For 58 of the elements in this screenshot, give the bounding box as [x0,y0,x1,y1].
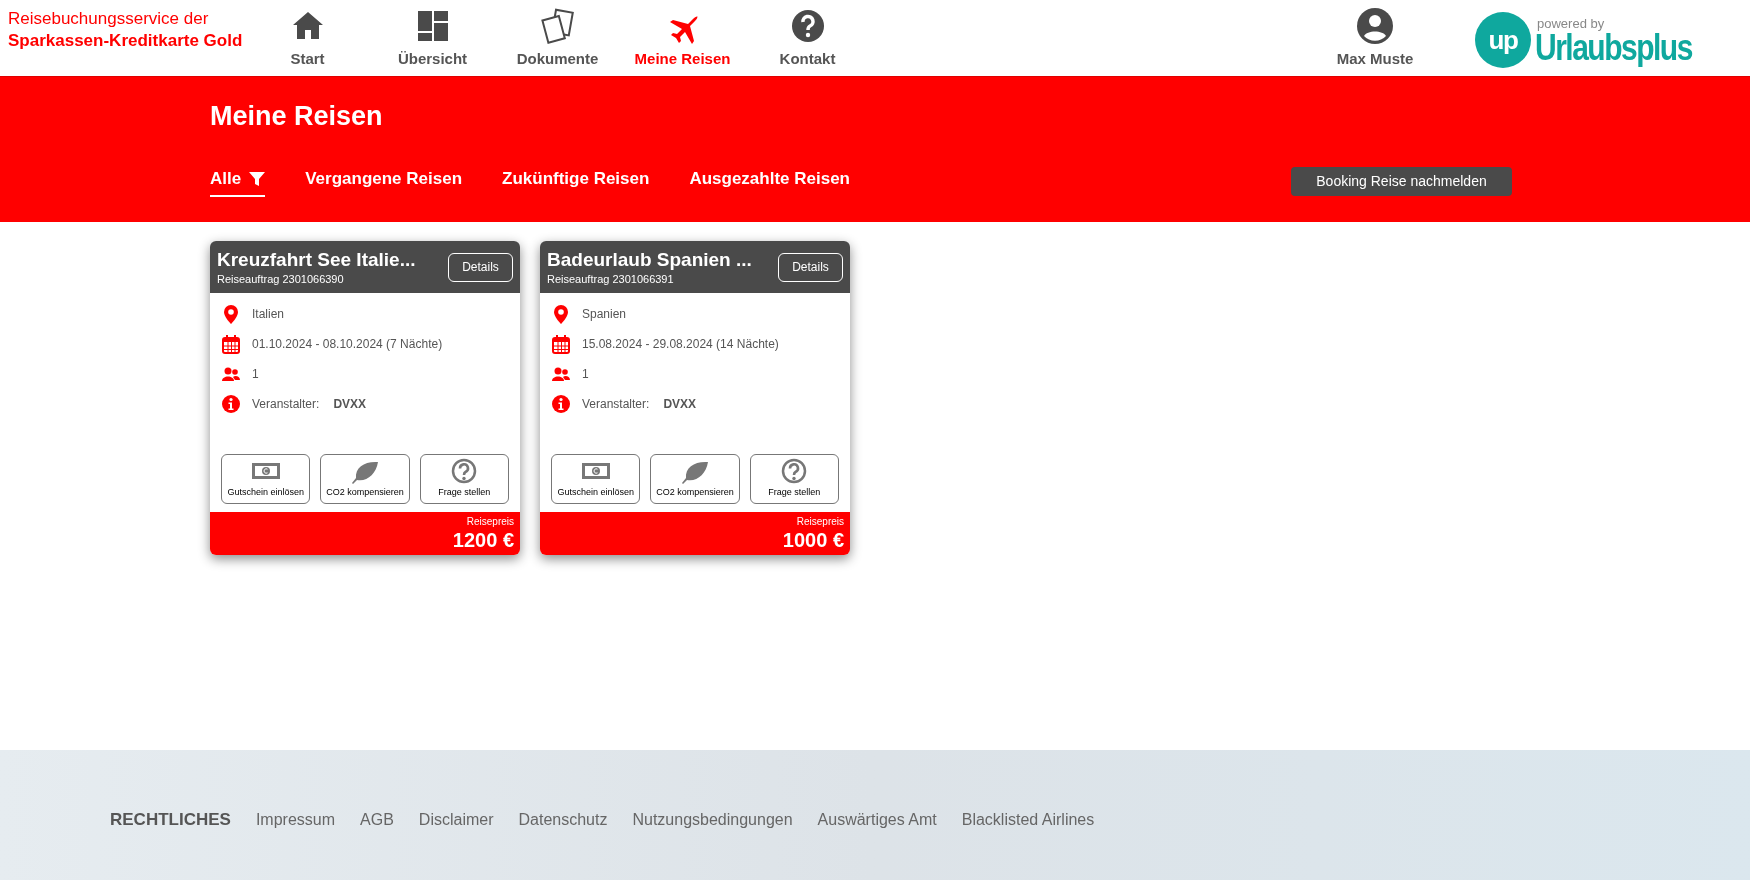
footer-heading: RECHTLICHES [110,809,231,832]
price-label: Reisepreis [796,515,844,528]
info-icon [221,394,241,414]
calendar-icon [551,334,571,354]
trip-detail: 15.08.2024 - 29.08.2024 (14 Nächte) [582,336,779,353]
trip-detail: 1 [252,366,259,383]
order-number: Reiseauftrag 2301066391 [547,272,675,286]
trip-title: Kreuzfahrt See Italie... [217,248,417,272]
trip-detail: Italien [252,306,285,323]
action-button[interactable]: CO2 kompensieren [650,454,740,504]
footer-link[interactable]: Auswärtiges Amt [817,808,937,832]
footer-link[interactable]: Nutzungsbedingungen [632,808,793,832]
trip-detail: 1 [582,366,589,383]
footer-link[interactable]: Disclaimer [418,808,494,832]
nav-link[interactable]: Start [245,0,370,76]
action-button[interactable]: CO2 kompensieren [320,454,410,504]
footer-link[interactable]: Datenschutz [518,808,608,832]
order-number: Reiseauftrag 2301066390 [217,272,345,286]
filter-tab[interactable]: Vergangene Reisen [305,166,463,197]
action-button[interactable]: Gutschein einlösen [551,454,641,504]
action-button[interactable]: Frage stellen [749,454,839,504]
organizer-name: DVXX [663,396,697,413]
trip-price: 1200 € [452,527,514,552]
trip-detail: Spanien [582,306,627,323]
location-pin-icon [221,304,241,324]
nav-link[interactable]: Kontakt [745,0,870,76]
details-button[interactable]: Details [778,252,843,282]
nav-link[interactable]: Meine Reisen [620,0,745,76]
info-icon [551,394,571,414]
brand-text: Reisebuchungsservice der [8,8,210,30]
nav-link[interactable]: Übersicht [370,0,495,76]
user-menu[interactable]: Max Muste [1315,0,1435,76]
filter-tab[interactable]: Ausgezahlte Reisen [689,166,850,197]
footer-link[interactable]: Blacklisted Airlines [961,808,1095,832]
action-button[interactable]: Frage stellen [419,454,509,504]
page-title: Meine Reisen [210,100,383,133]
documents-icon [539,8,576,44]
filter-tab[interactable]: Alle [210,166,266,197]
trip-title: Badeurlaub Spanien ... [547,248,753,272]
brand-text: Sparkassen-Kreditkarte Gold [8,30,244,52]
calendar-icon [221,334,241,354]
nav-link[interactable]: Dokumente [495,0,620,76]
action-button[interactable]: Gutschein einlösen [221,454,311,504]
details-button[interactable]: Details [448,252,513,282]
price-label: Reisepreis [466,515,514,528]
trip-price: 1000 € [782,527,844,552]
urlaubsplus-logo: up powered by Urlaubsplus [1475,0,1725,76]
footer-link[interactable]: AGB [360,808,394,832]
trip-detail: 01.10.2024 - 08.10.2024 (7 Nächte) [252,336,443,353]
filter-tab[interactable]: Zukünftige Reisen [502,166,650,197]
report-booking-button[interactable]: Booking Reise nachmelden [1291,166,1512,196]
organizer-label: Veranstalter: [252,396,320,413]
user-icon [1357,8,1393,44]
organizer-name: DVXX [333,396,367,413]
location-pin-icon [551,304,571,324]
organizer-label: Veranstalter: [582,396,650,413]
footer-link[interactable]: Impressum [255,808,336,832]
help-icon [789,8,826,44]
